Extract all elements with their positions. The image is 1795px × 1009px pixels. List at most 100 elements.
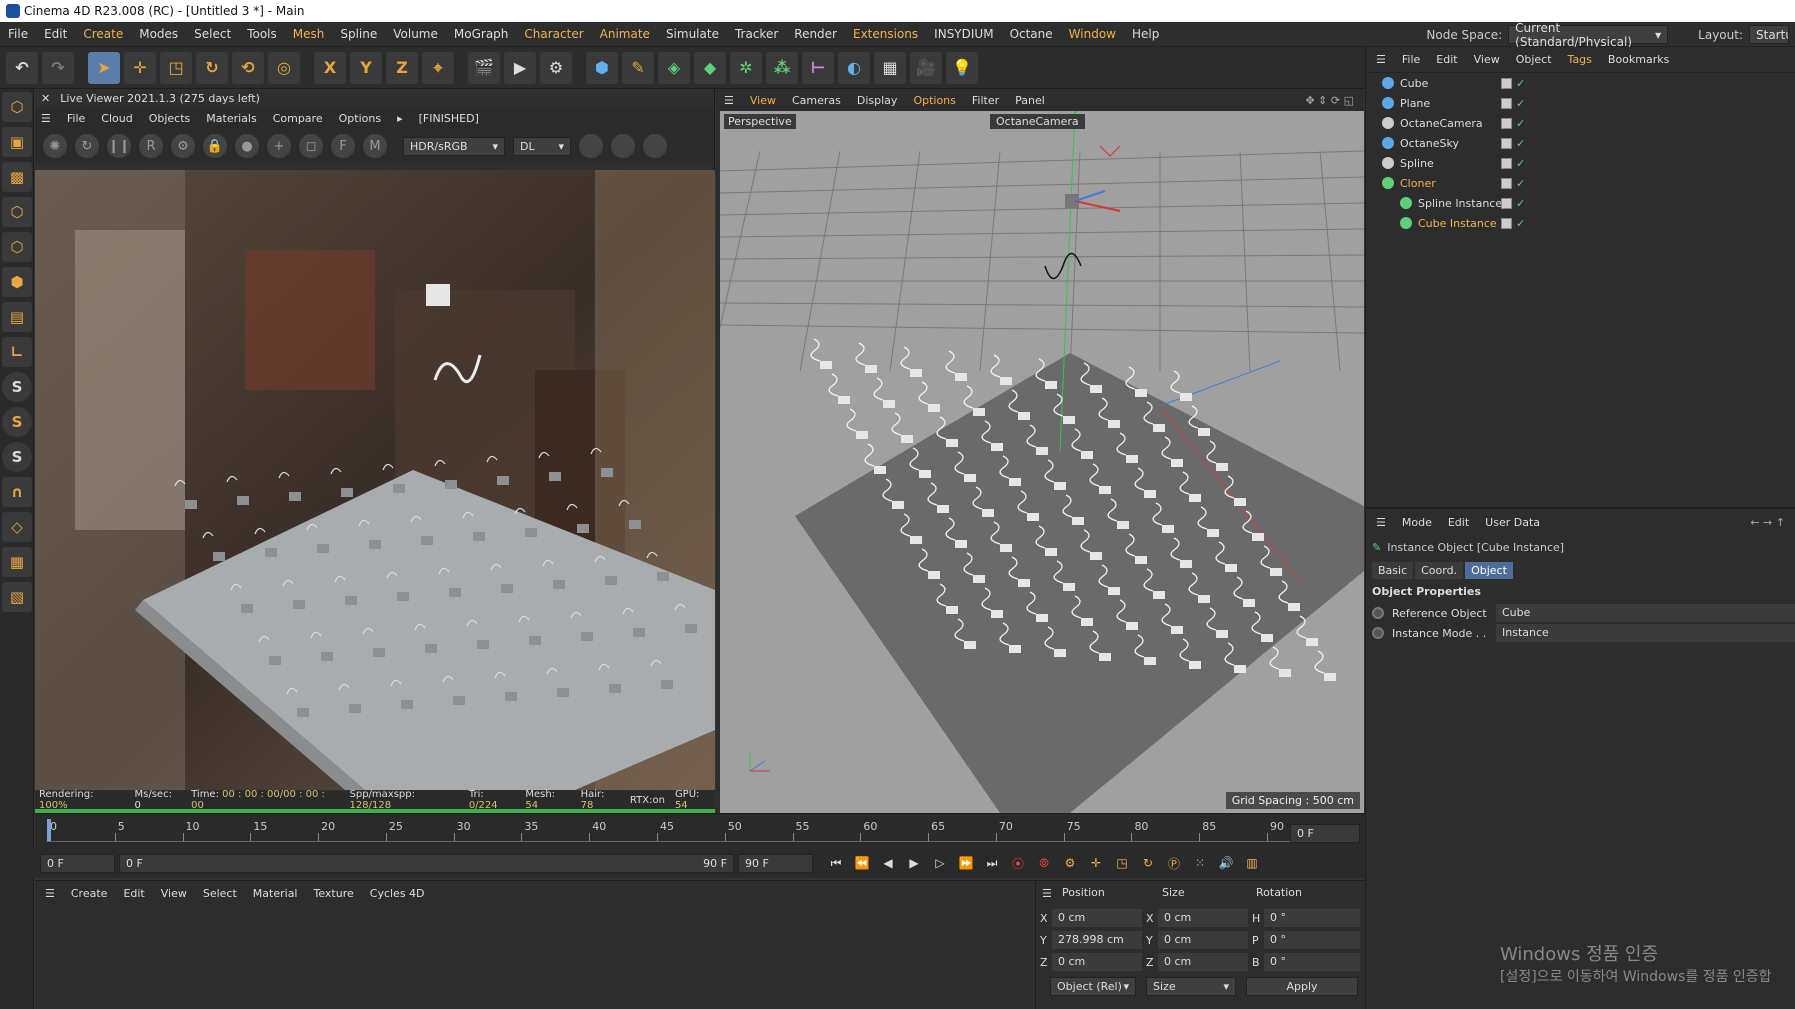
layer-checkbox-icon[interactable] — [1501, 77, 1512, 89]
select-tool-icon[interactable]: ➤ — [88, 51, 120, 84]
chevron-right-icon[interactable]: ▸ — [397, 112, 403, 125]
deformer-icon[interactable]: ⊢ — [802, 51, 834, 84]
mat-menu-select[interactable]: Select — [203, 887, 237, 900]
key-scale-icon[interactable]: ◳ — [1111, 852, 1133, 874]
go-to-start-icon[interactable]: ⏮ — [825, 852, 847, 874]
menu-create[interactable]: Create — [75, 27, 131, 41]
rotate-tool-icon[interactable]: ↻ — [196, 51, 228, 84]
menu-render[interactable]: Render — [786, 27, 845, 41]
dot-icon[interactable] — [579, 134, 603, 158]
rotation-field[interactable]: 0 ° — [1264, 909, 1360, 927]
visibility-check-icon[interactable]: ✓ — [1516, 217, 1528, 230]
magnet-icon[interactable]: ∩ — [2, 477, 32, 507]
menu-select[interactable]: Select — [186, 27, 239, 41]
menu-extensions[interactable]: Extensions — [845, 27, 926, 41]
scale-tool-icon[interactable]: ◳ — [160, 51, 192, 84]
make-editable-icon[interactable]: ⬡ — [2, 92, 32, 122]
hamburger-icon[interactable]: ☰ — [1042, 887, 1052, 900]
layer-checkbox-icon[interactable] — [1501, 137, 1512, 149]
kernel-dropdown[interactable]: DL ▾ — [513, 136, 571, 156]
auto-key-icon[interactable]: ⦾ — [1033, 852, 1055, 874]
cloner-icon[interactable]: ✲ — [730, 51, 762, 84]
om-menu-file[interactable]: File — [1402, 53, 1420, 66]
recent-tools-icon[interactable]: ⟲ — [232, 51, 264, 84]
lock-icon[interactable]: 🔒 — [203, 134, 227, 158]
texture-mode-icon[interactable]: ▩ — [2, 162, 32, 192]
menu-spline[interactable]: Spline — [332, 27, 385, 41]
menu-help[interactable]: Help — [1124, 27, 1167, 41]
playhead[interactable] — [47, 819, 51, 841]
om-menu-edit[interactable]: Edit — [1436, 53, 1457, 66]
menu-character[interactable]: Character — [516, 27, 591, 41]
object-row[interactable]: Spline Instance ✓ — [1366, 193, 1795, 213]
object-row[interactable]: Plane ✓ — [1366, 93, 1795, 113]
polygons-mode-icon[interactable]: ⬢ — [2, 267, 32, 297]
play-icon[interactable]: ▶ — [903, 852, 925, 874]
object-row[interactable]: OctaneCamera ✓ — [1366, 113, 1795, 133]
tab-object[interactable]: Object — [1465, 561, 1513, 579]
axis-mode-icon[interactable]: ∟ — [2, 337, 32, 367]
menu-octane[interactable]: Octane — [1002, 27, 1061, 41]
visibility-check-icon[interactable]: ✓ — [1516, 137, 1528, 150]
next-key-icon[interactable]: ⏩ — [955, 852, 977, 874]
visibility-check-icon[interactable]: ✓ — [1516, 197, 1528, 210]
attr-menu-userdata[interactable]: User Data — [1485, 516, 1540, 529]
mat-menu-texture[interactable]: Texture — [313, 887, 353, 900]
light-icon[interactable]: 💡 — [946, 51, 978, 84]
axis-z-button[interactable]: Z — [386, 51, 418, 84]
key-pla-icon[interactable]: ⁙ — [1189, 852, 1211, 874]
key-position-icon[interactable]: ✛ — [1085, 852, 1107, 874]
menu-mesh[interactable]: Mesh — [285, 27, 333, 41]
vp-menu-options[interactable]: Options — [913, 94, 955, 107]
lock-workplane-icon[interactable]: ▧ — [2, 582, 32, 612]
key-rotation-icon[interactable]: ↻ — [1137, 852, 1159, 874]
menu-tracker[interactable]: Tracker — [727, 27, 786, 41]
restart-render-icon[interactable]: ↻ — [75, 134, 99, 158]
axis-y-button[interactable]: Y — [350, 51, 382, 84]
material-picker-icon[interactable]: M — [363, 134, 387, 158]
menu-insydium[interactable]: INSYDIUM — [926, 27, 1001, 41]
camera-icon[interactable]: 🎥 — [910, 51, 942, 84]
snap-icon-2[interactable]: S — [2, 407, 32, 437]
3d-viewport[interactable]: Perspective OctaneCamera Grid Spacing : … — [720, 111, 1364, 813]
size-field[interactable]: 0 cm — [1158, 931, 1248, 949]
object-row[interactable]: OctaneSky ✓ — [1366, 133, 1795, 153]
field-icon[interactable]: ◐ — [838, 51, 870, 84]
menu-window[interactable]: Window — [1061, 27, 1124, 41]
render-picture-viewer-icon[interactable]: ▶ — [504, 51, 536, 84]
start-frame-field[interactable]: 0 F — [40, 853, 115, 873]
prev-frame-icon[interactable]: ◀ — [877, 852, 899, 874]
attr-menu-mode[interactable]: Mode — [1402, 516, 1432, 529]
array-icon[interactable]: ⁂ — [766, 51, 798, 84]
model-mode-icon[interactable]: ▣ — [2, 127, 32, 157]
record-icon[interactable]: ⦿ — [1007, 852, 1029, 874]
layout-dropdown[interactable]: Startu — [1749, 25, 1789, 44]
close-icon[interactable]: ✕ — [41, 92, 50, 105]
subdivision-icon[interactable]: ◈ — [658, 51, 690, 84]
animate-radio-icon[interactable] — [1372, 607, 1384, 619]
end-frame-field[interactable]: 90 F — [738, 853, 813, 873]
send-scene-icon[interactable]: ✺ — [43, 134, 67, 158]
visibility-check-icon[interactable]: ✓ — [1516, 77, 1528, 90]
current-frame-field[interactable]: 0 F — [1290, 824, 1360, 843]
tab-basic[interactable]: Basic — [1372, 561, 1414, 579]
object-row[interactable]: Cube ✓ — [1366, 73, 1795, 93]
attr-nav-arrows-icon[interactable]: ← → ↑ — [1750, 516, 1785, 529]
om-menu-bookmarks[interactable]: Bookmarks — [1608, 53, 1669, 66]
menu-modes[interactable]: Modes — [131, 27, 186, 41]
size-field[interactable]: 0 cm — [1158, 953, 1248, 971]
extrude-icon[interactable]: ◆ — [694, 51, 726, 84]
tab-coord[interactable]: Coord. — [1415, 561, 1464, 579]
rotation-field[interactable]: 0 ° — [1264, 953, 1360, 971]
workplane-icon[interactable]: ◇ — [2, 512, 32, 542]
vp-menu-display[interactable]: Display — [857, 94, 898, 107]
lv-menu-options[interactable]: Options — [339, 112, 381, 125]
material-sphere-icon[interactable]: ● — [235, 134, 259, 158]
hamburger-icon[interactable]: ☰ — [41, 112, 51, 125]
lv-menu-cloud[interactable]: Cloud — [101, 112, 132, 125]
focus-picker-icon[interactable]: ◻ — [299, 134, 323, 158]
apply-button[interactable]: Apply — [1246, 977, 1358, 996]
sound-icon[interactable]: 🔊 — [1215, 852, 1237, 874]
position-field[interactable]: 0 cm — [1052, 909, 1142, 927]
color-space-dropdown[interactable]: HDR/sRGB ▾ — [403, 136, 505, 156]
